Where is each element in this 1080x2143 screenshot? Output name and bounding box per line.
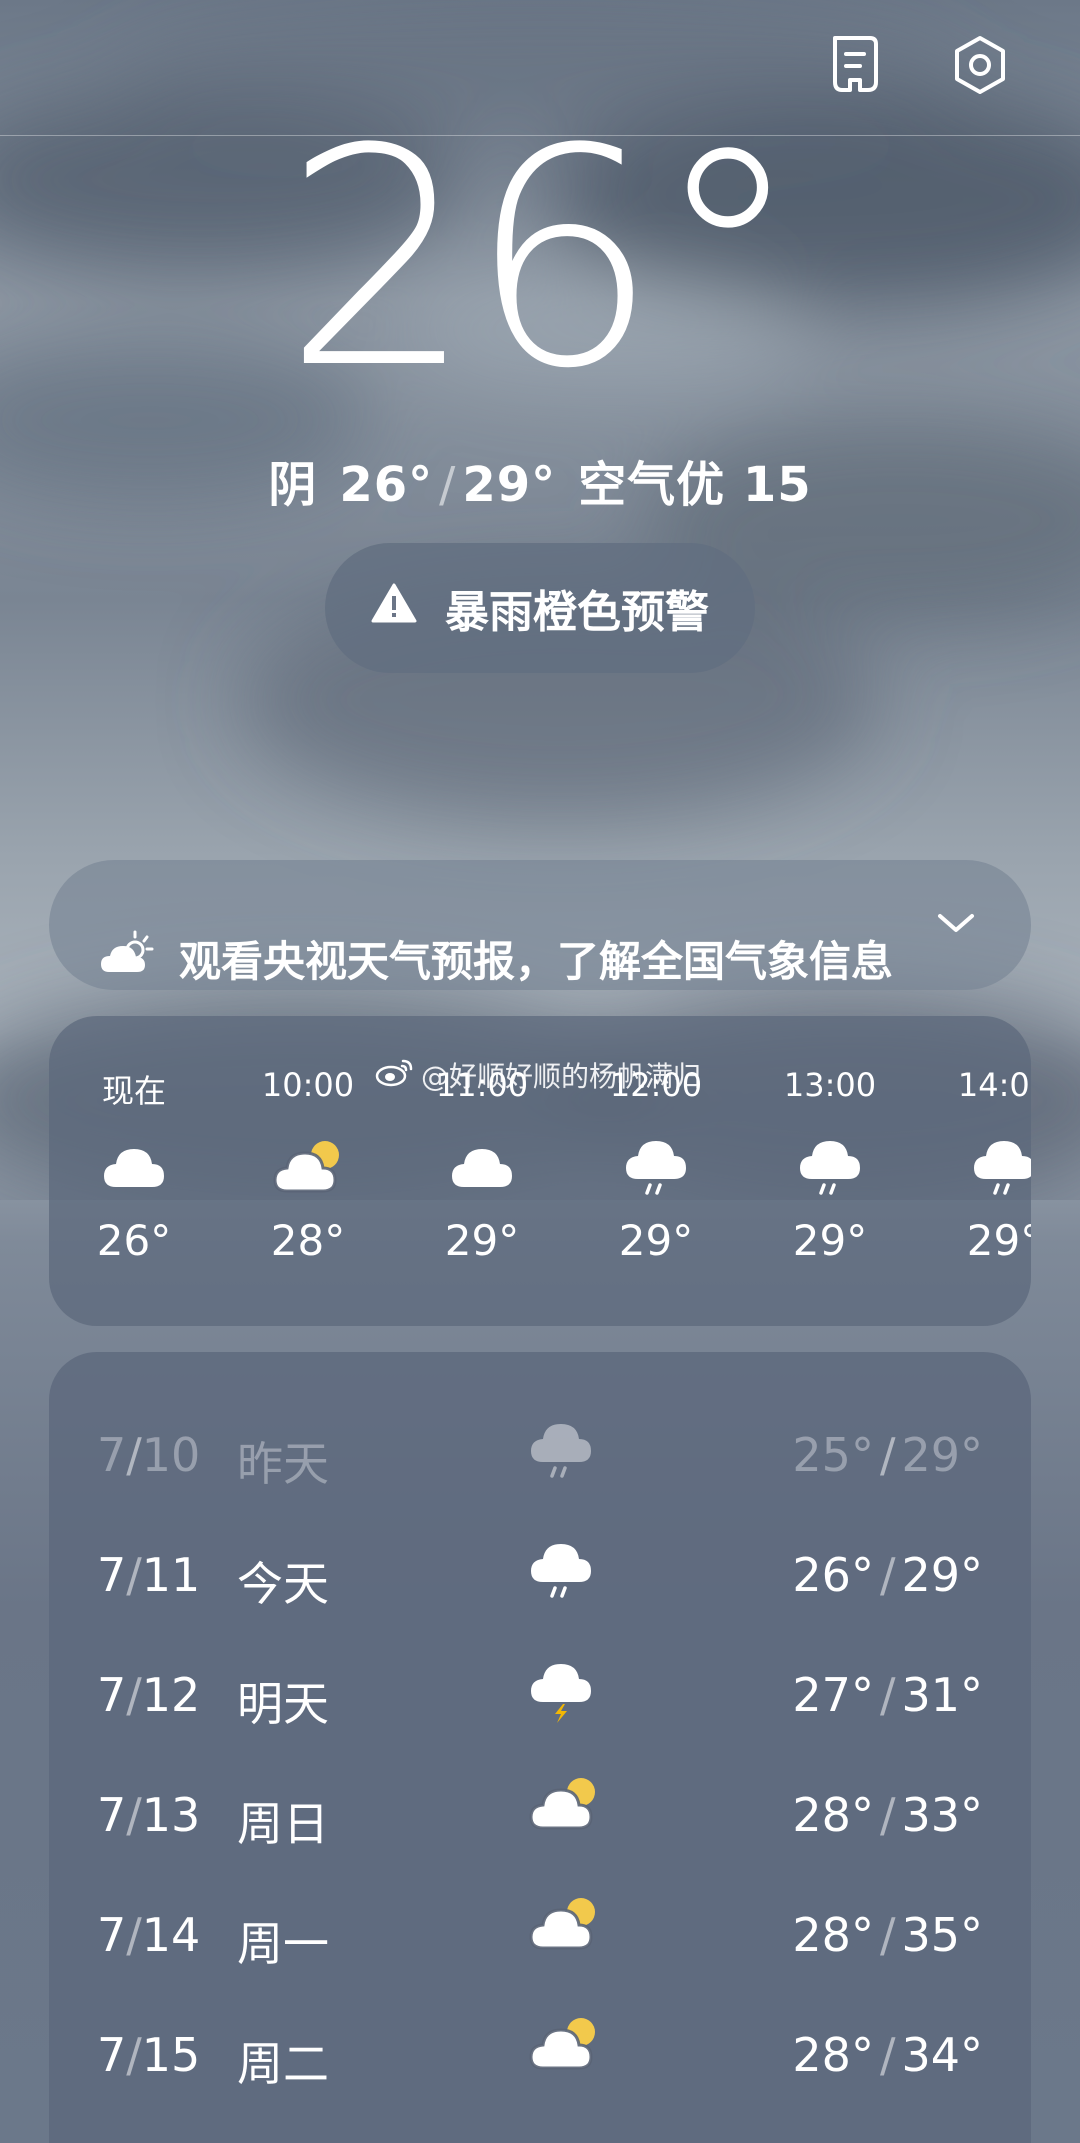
- partly-cloudy-icon: [529, 1772, 609, 1852]
- daily-row[interactable]: 7/13 周日 28°/33°: [49, 1752, 1031, 1872]
- condition-text: 阴: [268, 457, 318, 513]
- weibo-icon: [375, 1057, 415, 1094]
- day-name: 周二: [237, 2037, 329, 2091]
- hourly-item: 12:00 29°: [571, 1066, 741, 1265]
- hour-time: 14:00: [957, 1066, 1031, 1104]
- rain-icon: [745, 1124, 915, 1204]
- forecast-video-banner[interactable]: 观看央视天气预报，了解全国气象信息: [49, 860, 1031, 990]
- banner-text: 观看央视天气预报，了解全国气象信息: [179, 937, 894, 986]
- hour-time: 13:00: [783, 1066, 877, 1104]
- daily-row[interactable]: 7/12 明天 27°/31°: [49, 1632, 1031, 1752]
- hourly-item: 13:00 29°: [745, 1066, 915, 1265]
- rain-icon: [571, 1124, 741, 1204]
- warning-icon: [371, 582, 417, 635]
- day-date: 7/11: [97, 1548, 201, 1602]
- watermark: @好顺好顺的杨帆满归: [375, 1055, 701, 1095]
- hour-time: 现在: [101, 1072, 166, 1110]
- settings-icon[interactable]: [945, 30, 1015, 100]
- day-temp-range: 25°/29°: [792, 1428, 983, 1482]
- rain-icon: [919, 1124, 1031, 1204]
- daily-row[interactable]: 7/11 今天 26°/29°: [49, 1512, 1031, 1632]
- hourly-item: 10:00 28°: [223, 1066, 393, 1265]
- hour-temp: 28°: [270, 1216, 346, 1265]
- rain-icon: [529, 1412, 609, 1492]
- day-name: 今天: [237, 1557, 329, 1611]
- day-temp-range: 28°/33°: [792, 1788, 983, 1842]
- day-date: 7/12: [97, 1668, 201, 1722]
- partly-cloudy-icon: [223, 1124, 393, 1204]
- day-temp-range: 28°/34°: [792, 2028, 983, 2082]
- day-temp-range: 28°/35°: [792, 1908, 983, 1962]
- hour-temp: 29°: [444, 1216, 520, 1265]
- current-temperature: 26°: [283, 85, 803, 434]
- daily-row[interactable]: 7/10 昨天 25°/29°: [49, 1392, 1031, 1512]
- hour-temp: 26°: [96, 1216, 172, 1265]
- day-name: 昨天: [237, 1437, 329, 1491]
- rain-icon: [529, 1532, 609, 1612]
- day-temp-range: 27°/31°: [792, 1668, 983, 1722]
- hourly-item: 现在 26°: [49, 1066, 219, 1265]
- hour-temp: 29°: [966, 1216, 1031, 1265]
- day-date: 7/15: [97, 2028, 201, 2082]
- day-name: 周日: [237, 1797, 329, 1851]
- day-name: 明天: [237, 1677, 329, 1731]
- day-name: 周一: [237, 1917, 329, 1971]
- day-date: 7/14: [97, 1908, 201, 1962]
- weather-alert-button[interactable]: 暴雨橙色预警: [325, 543, 755, 673]
- partly-cloudy-icon: [99, 930, 155, 980]
- hourly-item: 11:00 29°: [397, 1066, 567, 1265]
- thunder-icon: [529, 1652, 609, 1732]
- watermark-text: @好顺好顺的杨帆满归: [421, 1060, 702, 1093]
- city-list-icon[interactable]: [820, 30, 890, 100]
- partly-cloudy-icon: [529, 1892, 609, 1972]
- daily-row[interactable]: 7/14 周一 28°/35°: [49, 1872, 1031, 1992]
- day-date: 7/10: [97, 1428, 201, 1482]
- hour-temp: 29°: [618, 1216, 694, 1265]
- air-quality: 空气优 15: [578, 457, 812, 513]
- daily-forecast[interactable]: 7/10 昨天 25°/29° 7/11 今天 26°/29° 7/12 明天 27°/31° 7…: [49, 1352, 1031, 2143]
- partly-cloudy-icon: [529, 2012, 609, 2092]
- low-temp: 26°: [339, 457, 434, 513]
- alert-label: 暴雨橙色预警: [445, 587, 709, 638]
- cloudy-icon: [49, 1124, 219, 1204]
- day-date: 7/13: [97, 1788, 201, 1842]
- high-temp: 29°: [462, 457, 557, 513]
- chevron-down-icon[interactable]: [934, 908, 978, 942]
- hour-time: 10:00: [261, 1066, 355, 1104]
- day-temp-range: 26°/29°: [792, 1548, 983, 1602]
- hourly-item: 14:00 29°: [919, 1066, 1031, 1265]
- cloudy-icon: [397, 1124, 567, 1204]
- daily-row[interactable]: 7/15 周二 28°/34°: [49, 1992, 1031, 2112]
- hour-temp: 29°: [792, 1216, 868, 1265]
- weather-summary: 阴 26°/29° 空气优 15: [268, 457, 812, 513]
